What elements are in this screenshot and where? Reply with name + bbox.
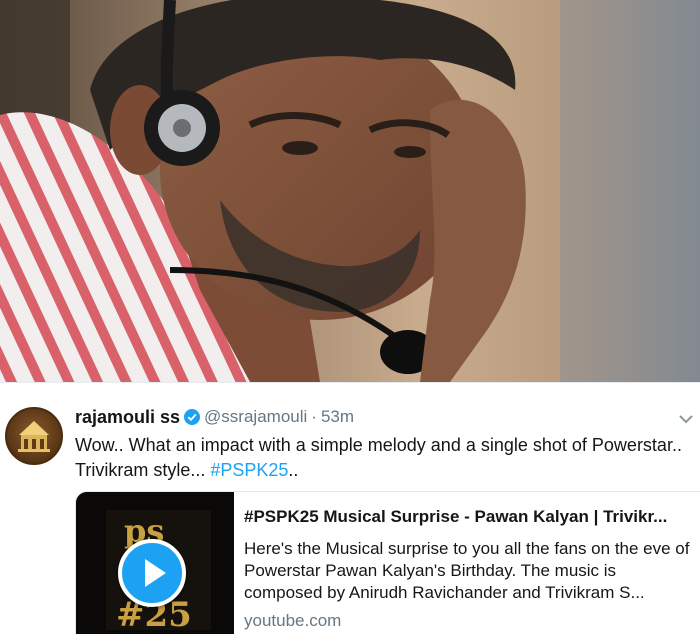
tweet-text: Wow.. What an impact with a simple melod… (75, 433, 690, 483)
card-domain[interactable]: youtube.com (244, 611, 694, 631)
photo-illustration (0, 0, 700, 382)
avatar[interactable] (5, 407, 63, 465)
verified-badge-icon (184, 409, 201, 425)
card-thumbnail[interactable]: ps pk #25 (76, 492, 234, 634)
tweet-text-body: Wow.. What an impact with a simple melod… (75, 435, 682, 480)
play-button[interactable] (118, 539, 186, 607)
separator-dot: · (311, 407, 317, 426)
temple-emblem-icon (18, 421, 50, 452)
card-body: #PSPK25 Musical Surprise - Pawan Kalyan … (244, 506, 694, 631)
hashtag-link[interactable]: #PSPK25 (210, 460, 288, 480)
link-card[interactable]: ps pk #25 #PSPK25 Musical Surprise - Paw… (75, 491, 700, 634)
author-handle[interactable]: @ssrajamouli (204, 407, 307, 427)
card-description: Here's the Musical surprise to you all t… (244, 539, 690, 602)
header-photo (0, 0, 700, 382)
tweet[interactable]: rajamouli ss @ssrajamouli · 53m Wow.. Wh… (0, 383, 700, 634)
tweet-header: rajamouli ss @ssrajamouli · 53m (75, 405, 354, 429)
tweet-text-ending: .. (288, 460, 299, 480)
chevron-down-icon[interactable] (678, 413, 694, 425)
author-name[interactable]: rajamouli ss (75, 407, 180, 428)
play-icon (145, 559, 166, 587)
card-title[interactable]: #PSPK25 Musical Surprise - Pawan Kalyan … (244, 506, 694, 528)
timestamp[interactable]: 53m (321, 407, 354, 427)
